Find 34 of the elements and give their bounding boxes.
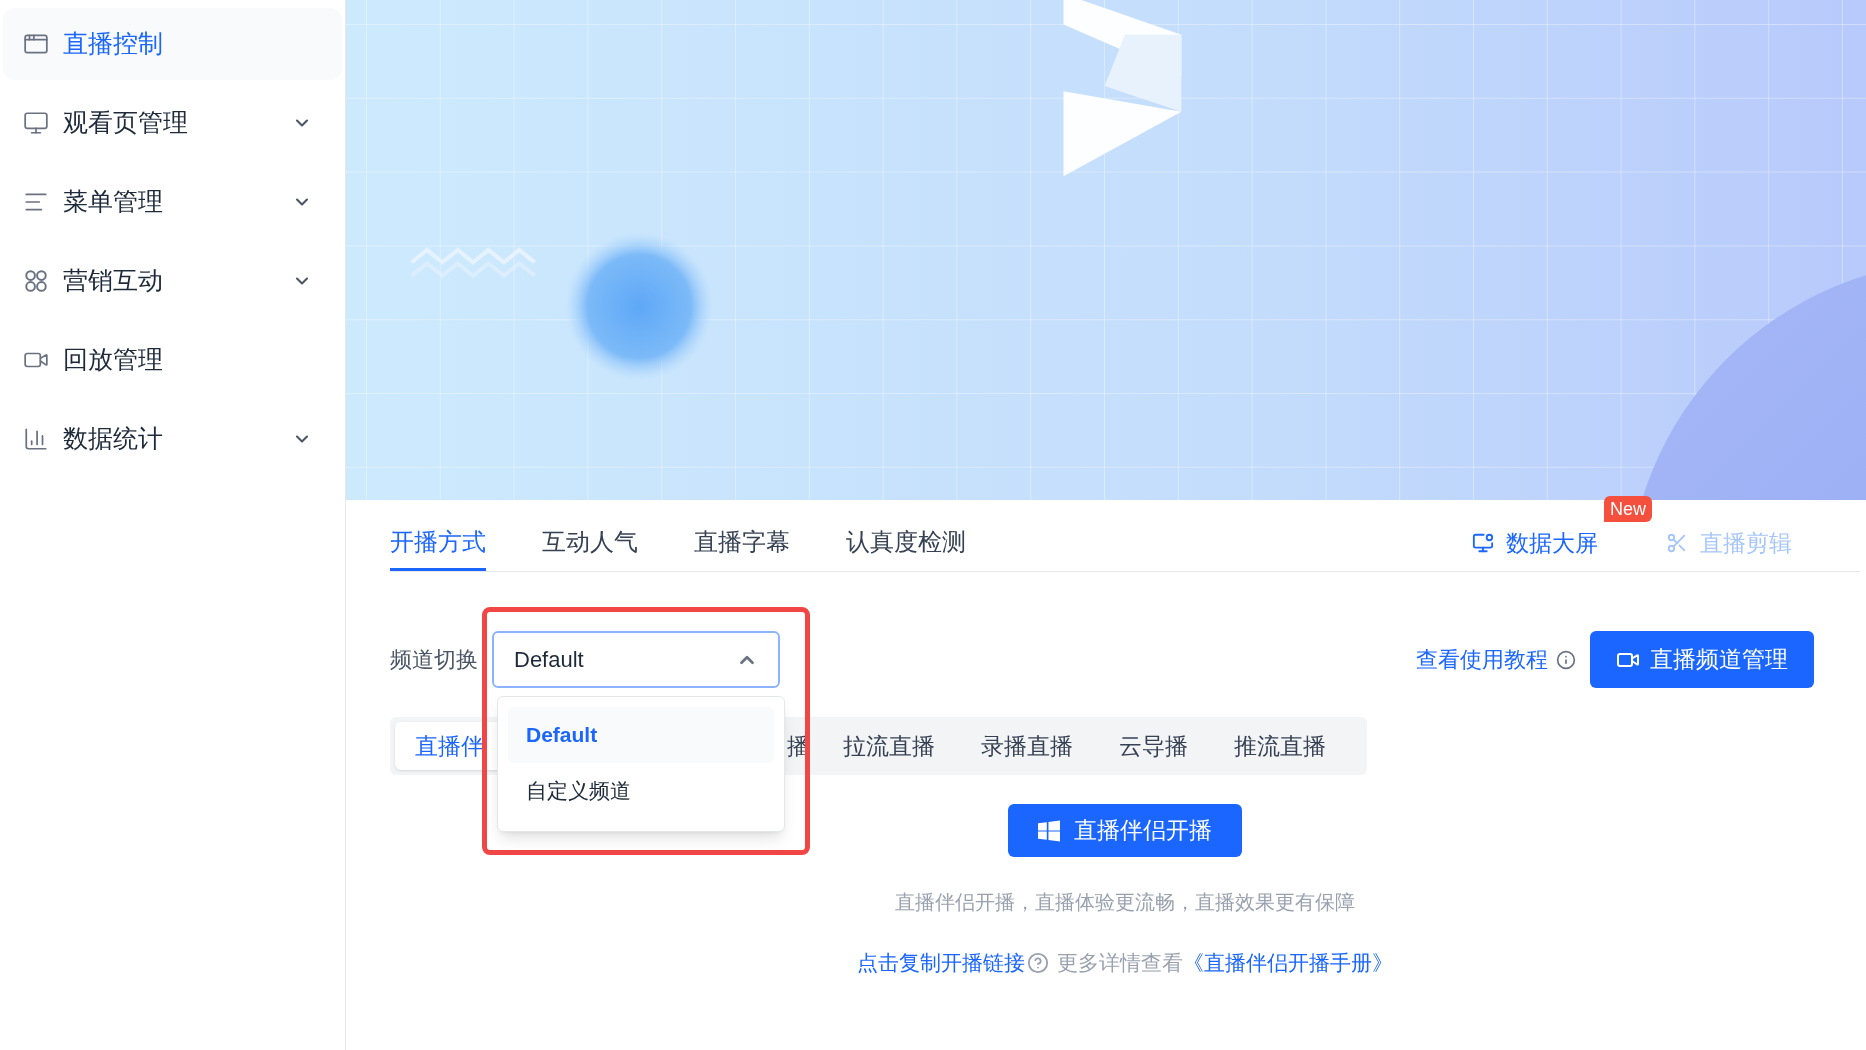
bar-chart-icon — [23, 426, 49, 452]
tutorial-link[interactable]: 查看使用教程 — [1416, 643, 1548, 676]
dropdown-option[interactable]: Default — [508, 707, 774, 763]
manage-channel-button[interactable]: 直播频道管理 — [1590, 631, 1814, 688]
sidebar-item[interactable]: 直播控制 — [3, 8, 342, 80]
windows-icon — [1038, 819, 1060, 842]
tab[interactable]: 认真度检测 — [846, 524, 966, 571]
info-icon — [1556, 649, 1576, 670]
sidebar-item[interactable]: 营销互动 — [3, 245, 342, 317]
circles-icon — [23, 268, 49, 294]
mode-tab[interactable]: 拉流直播 — [820, 722, 958, 770]
sidebar-item[interactable]: 回放管理 — [3, 324, 342, 396]
scissors-icon — [1666, 531, 1688, 554]
tab[interactable]: 直播字幕 — [694, 524, 790, 571]
sidebar-item[interactable]: 观看页管理 — [3, 87, 342, 159]
mode-tab[interactable]: 录播直播 — [958, 722, 1096, 770]
tab[interactable]: 开播方式 — [390, 524, 486, 571]
channel-label: 频道切换 — [390, 646, 478, 674]
tab[interactable]: 互动人气 — [542, 524, 638, 571]
sidebar-item[interactable]: 数据统计 — [3, 403, 342, 475]
new-badge: New — [1604, 495, 1652, 522]
screen-icon — [1472, 531, 1494, 554]
start-button[interactable]: 直播伴侣开播 — [1008, 804, 1242, 857]
help-icon — [1027, 951, 1049, 974]
sidebar-item[interactable]: 菜单管理 — [3, 166, 342, 238]
description-text: 直播伴侣开播，直播体验更流畅，直播效果更有保障 — [895, 890, 1355, 915]
mode-tab[interactable]: 推流直播 — [1211, 722, 1349, 770]
mode-tab[interactable]: 云导播 — [1096, 722, 1211, 770]
channel-select[interactable]: Default — [492, 631, 780, 688]
window-icon — [23, 31, 49, 57]
more-text: 更多详情查看 — [1057, 950, 1183, 976]
copy-link[interactable]: 点击复制开播链接 — [857, 947, 1025, 979]
monitor-icon — [23, 110, 49, 136]
manual-link[interactable]: 《直播伴侣开播手册》 — [1183, 947, 1393, 979]
